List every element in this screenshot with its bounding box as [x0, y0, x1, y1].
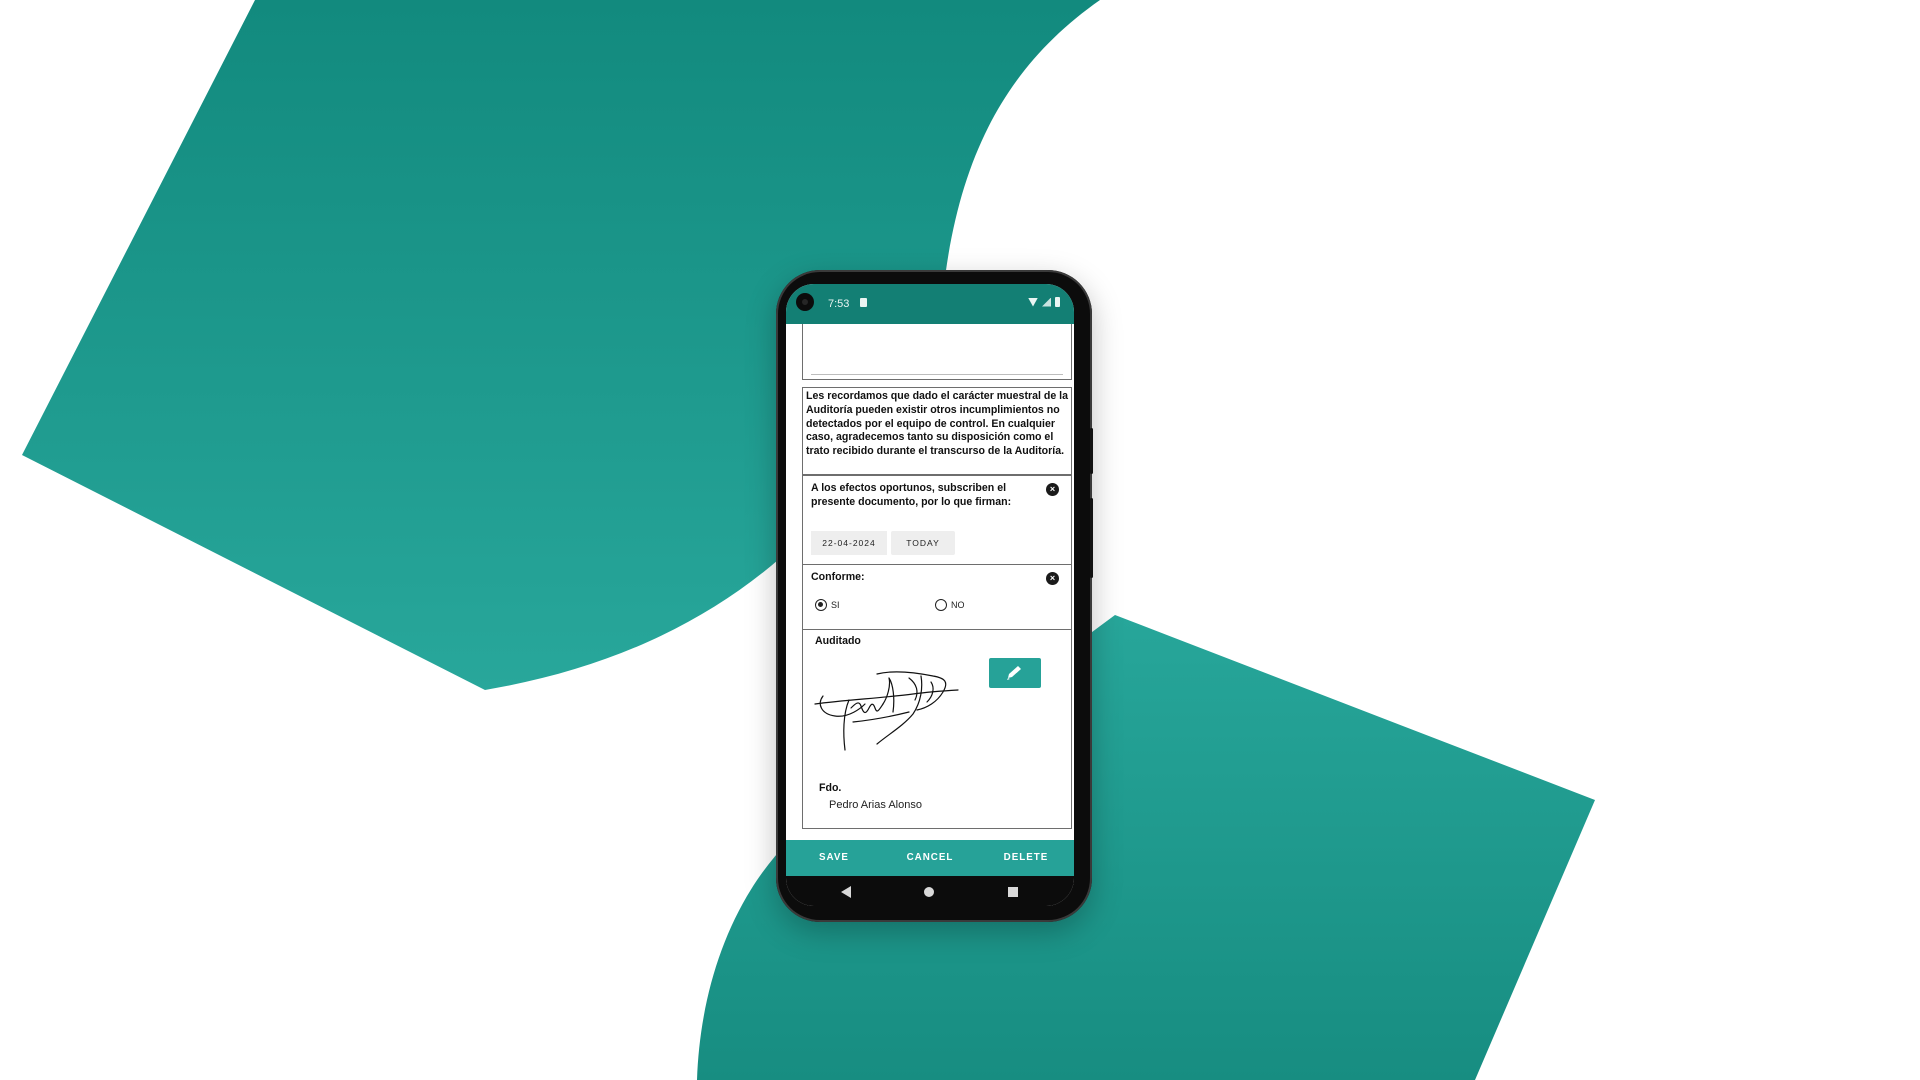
- delete-button[interactable]: DELETE: [978, 840, 1074, 876]
- phone-screen: 7:53 Les recordamos que dado el carácter…: [786, 284, 1074, 906]
- conforme-section: Conforme: × SI NO: [802, 564, 1072, 630]
- fdo-label: Fdo.: [819, 782, 842, 794]
- battery-icon: [1055, 297, 1060, 307]
- date-field[interactable]: 22-04-2024: [811, 531, 887, 555]
- radio-no-label: NO: [951, 600, 965, 610]
- cancel-button[interactable]: CANCEL: [882, 840, 978, 876]
- close-circle-icon[interactable]: ×: [1046, 572, 1059, 585]
- action-bar: SAVE CANCEL DELETE: [786, 840, 1074, 876]
- signal-icon: [1042, 297, 1051, 307]
- form-content[interactable]: Les recordamos que dado el carácter mues…: [786, 324, 1074, 840]
- conforme-label: Conforme:: [811, 571, 865, 583]
- signature-question-section: A los efectos oportunos, subscriben el p…: [802, 475, 1072, 565]
- sd-card-icon: [860, 298, 867, 307]
- signature-question-text: A los efectos oportunos, subscriben el p…: [811, 482, 1012, 508]
- recents-icon[interactable]: [1008, 887, 1018, 897]
- status-bar: 7:53: [786, 284, 1074, 324]
- pencil-icon: [1007, 666, 1021, 680]
- power-button: [1090, 498, 1093, 578]
- edit-signature-button[interactable]: [989, 658, 1041, 688]
- notice-text: Les recordamos que dado el carácter mues…: [806, 390, 1069, 458]
- home-icon[interactable]: [924, 887, 934, 897]
- notice-box: Les recordamos que dado el carácter mues…: [802, 387, 1072, 475]
- volume-button: [1090, 428, 1093, 474]
- save-button[interactable]: SAVE: [786, 840, 882, 876]
- radio-option-no[interactable]: NO: [935, 599, 965, 611]
- navigation-bar: [786, 876, 1074, 906]
- text-area-underline: [811, 374, 1063, 375]
- text-area-field[interactable]: [802, 324, 1072, 380]
- radio-no[interactable]: [935, 599, 947, 611]
- auditado-label: Auditado: [815, 635, 861, 647]
- wifi-icon: [1028, 297, 1038, 307]
- status-time: 7:53: [828, 298, 850, 310]
- signature-image: [814, 671, 959, 751]
- back-icon[interactable]: [841, 886, 851, 898]
- today-button[interactable]: TODAY: [891, 531, 955, 555]
- radio-option-si[interactable]: SI: [815, 599, 840, 611]
- auditado-section: Auditado Fdo. Pedro Arias Alonso: [802, 629, 1072, 829]
- radio-si[interactable]: [815, 599, 827, 611]
- front-camera-icon: [796, 293, 814, 311]
- phone-device: 7:53 Les recordamos que dado el carácter…: [776, 270, 1093, 922]
- radio-si-label: SI: [831, 600, 840, 610]
- close-circle-icon[interactable]: ×: [1046, 483, 1059, 496]
- signer-name: Pedro Arias Alonso: [829, 799, 922, 811]
